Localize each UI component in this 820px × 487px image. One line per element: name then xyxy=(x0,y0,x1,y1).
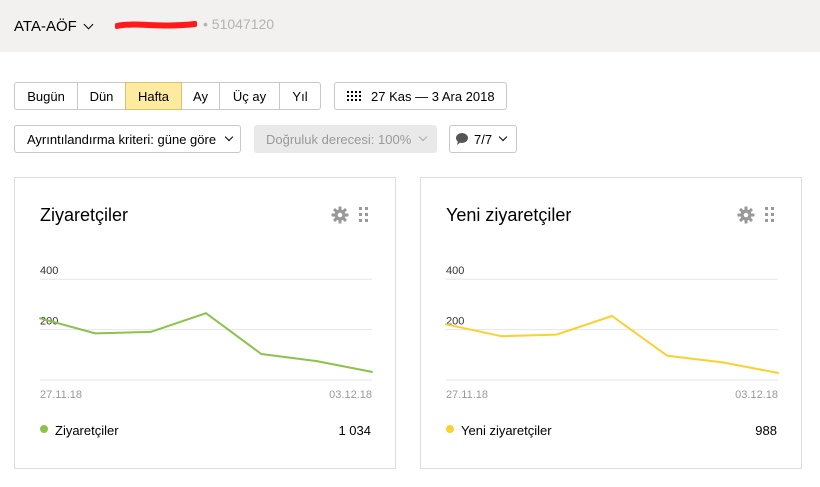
data-point xyxy=(721,361,724,364)
widget-visitors: 200 400 27.11.18 03.12.18 Ziyaretçiler Ziya… xyxy=(14,177,396,469)
data-point xyxy=(555,333,558,336)
series-line xyxy=(445,315,779,374)
x-tick-label: 03.12.18 xyxy=(329,389,372,401)
gear-icon[interactable] xyxy=(737,206,755,224)
x-tick-label: 03.12.18 xyxy=(735,389,778,401)
legend-total: 988 xyxy=(755,423,777,438)
counter-selector[interactable]: ATA-AÖF xyxy=(14,16,94,36)
x-tick-label: 27.11.18 xyxy=(446,389,488,401)
legend-marker xyxy=(40,425,48,433)
drag-handle-icon[interactable] xyxy=(765,207,775,223)
x-tick-label: 27.11.18 xyxy=(40,389,82,401)
chevron-down-icon xyxy=(498,132,508,142)
y-tick-label: 400 xyxy=(446,265,464,277)
date-range-label: 27 Kas — 3 Ara 2018 xyxy=(371,88,495,104)
date-range-button[interactable]: 27 Kas — 3 Ara 2018 xyxy=(334,82,507,110)
data-point xyxy=(777,371,779,374)
segments-dropdown[interactable]: 7/7 xyxy=(449,125,517,153)
data-point xyxy=(39,317,41,320)
detail-dropdown[interactable]: Ayrıntılandırma kriteri: güne göre xyxy=(14,125,241,153)
chevron-down-icon xyxy=(224,132,234,142)
data-point xyxy=(149,330,152,333)
speech-bubble-icon xyxy=(456,133,468,145)
period-yesterday-button[interactable]: Dün xyxy=(77,82,126,110)
period-today-button[interactable]: Bugün xyxy=(14,82,78,110)
data-point xyxy=(445,323,447,326)
legend-marker xyxy=(446,425,454,433)
period-selector: Bugün Dün Hafta Ay Üç ay Yıl xyxy=(14,82,321,110)
legend-total: 1 034 xyxy=(338,423,371,438)
data-point xyxy=(205,312,207,315)
data-point xyxy=(315,360,318,363)
data-point xyxy=(500,335,503,338)
period-week-button[interactable]: Hafta xyxy=(125,82,182,110)
accuracy-dropdown: Doğruluk derecesi: 100% xyxy=(254,125,437,153)
counter-id: • 51047120 xyxy=(203,16,275,32)
data-point xyxy=(666,354,669,357)
detail-label: Ayrıntılandırma kriteri: güne göre xyxy=(27,131,217,147)
widget-new-visitors: 200 400 27.11.18 03.12.18 Yeni ziyaretçiler… xyxy=(420,177,802,469)
counter-name: ATA-AÖF xyxy=(14,17,77,35)
redaction-mark xyxy=(115,21,197,29)
segments-label: 7/7 xyxy=(474,131,493,147)
period-quarter-button[interactable]: Üç ay xyxy=(219,82,280,110)
accuracy-label: Doğruluk derecesi: 100% xyxy=(266,131,412,147)
series-line xyxy=(39,312,373,373)
chevron-down-icon xyxy=(419,132,428,142)
top-bar: ATA-AÖF • 51047120 xyxy=(0,0,820,52)
data-point xyxy=(371,370,373,373)
data-point xyxy=(611,314,613,317)
widget-title: Ziyaretçiler xyxy=(40,205,129,225)
calendar-icon xyxy=(347,90,361,102)
chevron-down-icon xyxy=(83,19,94,29)
legend-label: Ziyaretçiler xyxy=(55,423,119,438)
data-point xyxy=(260,353,263,356)
drag-handle-icon[interactable] xyxy=(359,207,369,223)
gear-icon[interactable] xyxy=(331,206,349,224)
data-point xyxy=(94,332,97,335)
legend-label: Yeni ziyaretçiler xyxy=(461,423,552,438)
period-month-button[interactable]: Ay xyxy=(181,82,220,110)
period-year-button[interactable]: Yıl xyxy=(279,82,321,110)
y-tick-label: 400 xyxy=(40,265,58,277)
widget-title: Yeni ziyaretçiler xyxy=(446,205,572,225)
